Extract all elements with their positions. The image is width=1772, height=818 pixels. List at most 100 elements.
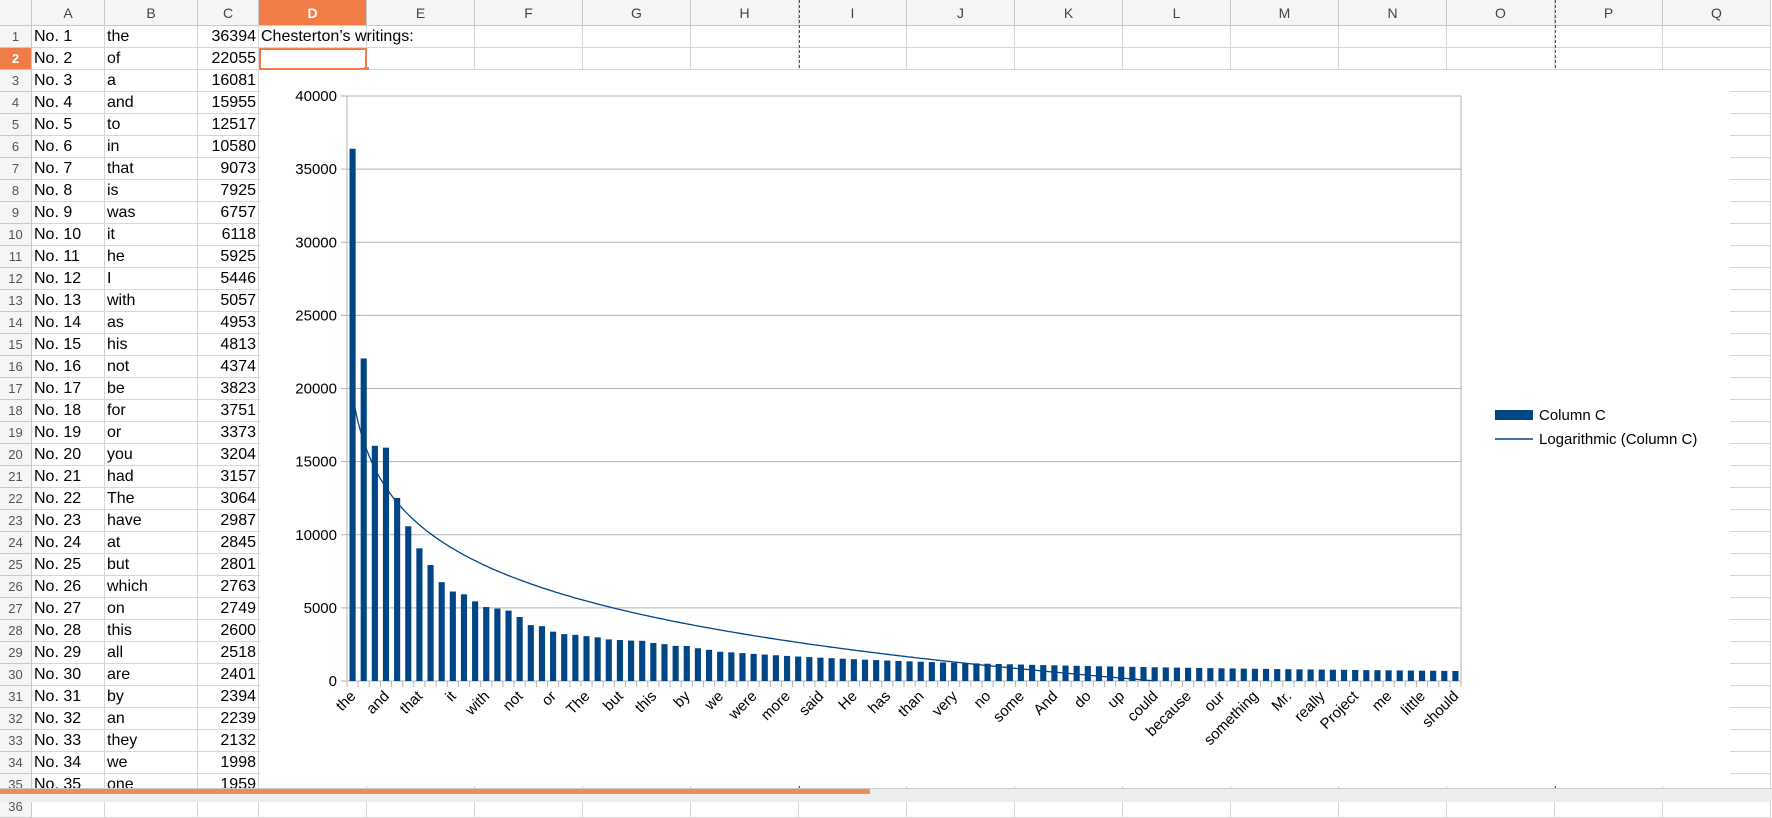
row-header-29[interactable]: 29 [0,642,32,664]
cell-a13[interactable]: No. 13 [32,290,105,312]
column-header-o[interactable]: O [1447,0,1555,26]
cell-a23[interactable]: No. 23 [32,510,105,532]
column-header-i[interactable]: I [799,0,907,26]
row-header-18[interactable]: 18 [0,400,32,422]
row-header-22[interactable]: 22 [0,488,32,510]
row-header-21[interactable]: 21 [0,466,32,488]
cell-c27[interactable]: 2749 [198,598,259,620]
cell-b20[interactable]: you [105,444,198,466]
column-header-c[interactable]: C [198,0,259,26]
cell-c6[interactable]: 10580 [198,136,259,158]
cell-c10[interactable]: 6118 [198,224,259,246]
cell-c4[interactable]: 15955 [198,92,259,114]
row-header-15[interactable]: 15 [0,334,32,356]
cell-c21[interactable]: 3157 [198,466,259,488]
cell-b5[interactable]: to [105,114,198,136]
cell-b3[interactable]: a [105,70,198,92]
column-header-f[interactable]: F [475,0,583,26]
cell-k1[interactable] [1015,26,1123,48]
column-header-k[interactable]: K [1015,0,1123,26]
column-header-e[interactable]: E [367,0,475,26]
cell-b6[interactable]: in [105,136,198,158]
cell-a3[interactable]: No. 3 [32,70,105,92]
cell-b26[interactable]: which [105,576,198,598]
cell-b25[interactable]: but [105,554,198,576]
cell-c16[interactable]: 4374 [198,356,259,378]
cell-c34[interactable]: 1998 [198,752,259,774]
cell-a29[interactable]: No. 29 [32,642,105,664]
cell-l2[interactable] [1123,48,1231,70]
cell-a11[interactable]: No. 11 [32,246,105,268]
cell-a19[interactable]: No. 19 [32,422,105,444]
cell-l1[interactable] [1123,26,1231,48]
cell-p2[interactable] [1555,48,1663,70]
cell-a26[interactable]: No. 26 [32,576,105,598]
row-header-31[interactable]: 31 [0,686,32,708]
cell-n1[interactable] [1339,26,1447,48]
row-header-33[interactable]: 33 [0,730,32,752]
cell-b4[interactable]: and [105,92,198,114]
cell-a32[interactable]: No. 32 [32,708,105,730]
column-header-h[interactable]: H [691,0,799,26]
cell-a17[interactable]: No. 17 [32,378,105,400]
row-header-30[interactable]: 30 [0,664,32,686]
row-header-11[interactable]: 11 [0,246,32,268]
cell-a34[interactable]: No. 34 [32,752,105,774]
row-header-13[interactable]: 13 [0,290,32,312]
row-header-5[interactable]: 5 [0,114,32,136]
cell-c14[interactable]: 4953 [198,312,259,334]
cell-b2[interactable]: of [105,48,198,70]
cell-b15[interactable]: his [105,334,198,356]
row-header-7[interactable]: 7 [0,158,32,180]
row-header-10[interactable]: 10 [0,224,32,246]
cell-n2[interactable] [1339,48,1447,70]
cell-p1[interactable] [1555,26,1663,48]
cell-b14[interactable]: as [105,312,198,334]
row-header-25[interactable]: 25 [0,554,32,576]
cell-d1[interactable]: Chesterton’s writings: [259,26,414,48]
cell-j2[interactable] [907,48,1015,70]
cell-a20[interactable]: No. 20 [32,444,105,466]
cell-h1[interactable] [691,26,799,48]
cell-c33[interactable]: 2132 [198,730,259,752]
cell-b17[interactable]: be [105,378,198,400]
cell-a30[interactable]: No. 30 [32,664,105,686]
cell-g2[interactable] [583,48,691,70]
row-header-9[interactable]: 9 [0,202,32,224]
cell-f1[interactable] [475,26,583,48]
row-header-34[interactable]: 34 [0,752,32,774]
row-header-28[interactable]: 28 [0,620,32,642]
cell-b18[interactable]: for [105,400,198,422]
cell-b7[interactable]: that [105,158,198,180]
cell-c29[interactable]: 2518 [198,642,259,664]
column-header-q[interactable]: Q [1663,0,1771,26]
row-header-17[interactable]: 17 [0,378,32,400]
cell-c8[interactable]: 7925 [198,180,259,202]
column-header-l[interactable]: L [1123,0,1231,26]
cell-c23[interactable]: 2987 [198,510,259,532]
column-header-n[interactable]: N [1339,0,1447,26]
cell-i1[interactable] [799,26,907,48]
horizontal-scrollbar[interactable] [0,789,870,794]
cell-c2[interactable]: 22055 [198,48,259,70]
cell-c26[interactable]: 2763 [198,576,259,598]
cell-f2[interactable] [475,48,583,70]
cell-b32[interactable]: an [105,708,198,730]
chart[interactable]: 0 5000 10000 15000 20000 25000 30000 35000 40000… [260,70,1730,786]
cell-b27[interactable]: on [105,598,198,620]
cell-a21[interactable]: No. 21 [32,466,105,488]
cell-b29[interactable]: all [105,642,198,664]
cell-c30[interactable]: 2401 [198,664,259,686]
cell-o1[interactable] [1447,26,1555,48]
cell-a9[interactable]: No. 9 [32,202,105,224]
cell-b22[interactable]: The [105,488,198,510]
cell-k2[interactable] [1015,48,1123,70]
cell-a15[interactable]: No. 15 [32,334,105,356]
row-header-20[interactable]: 20 [0,444,32,466]
column-header-j[interactable]: J [907,0,1015,26]
cell-a25[interactable]: No. 25 [32,554,105,576]
cell-b33[interactable]: they [105,730,198,752]
cell-a28[interactable]: No. 28 [32,620,105,642]
cell-b13[interactable]: with [105,290,198,312]
cell-b11[interactable]: he [105,246,198,268]
